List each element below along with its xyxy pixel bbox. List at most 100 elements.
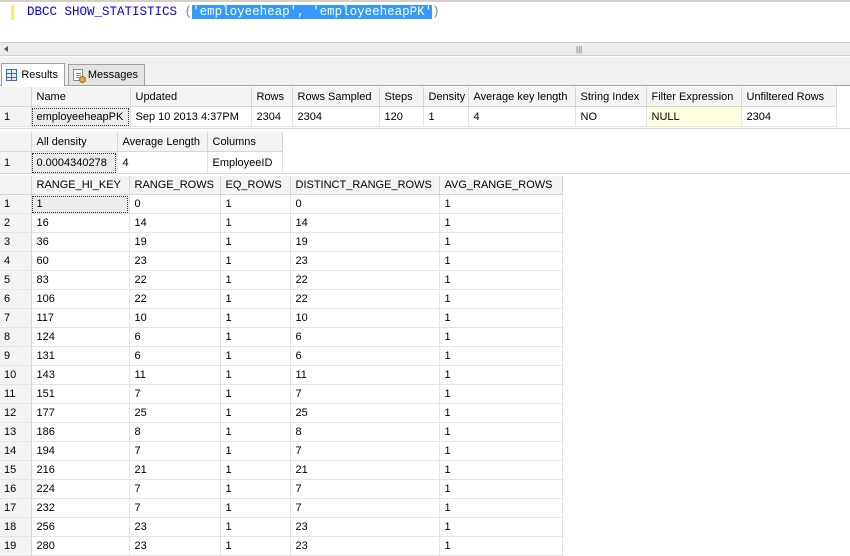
table-cell[interactable]: 1 bbox=[439, 422, 563, 442]
table-cell[interactable]: 224 bbox=[31, 479, 130, 499]
table-cell[interactable]: 2304 bbox=[251, 106, 293, 127]
row-number[interactable]: 8 bbox=[0, 327, 32, 347]
table-cell[interactable]: 1 bbox=[439, 308, 563, 328]
table-cell[interactable]: 7 bbox=[290, 384, 440, 404]
table-cell[interactable]: 1 bbox=[220, 194, 291, 214]
stats-header-grid[interactable]: Name Updated Rows Rows Sampled Steps Den… bbox=[0, 87, 837, 127]
editor-horizontal-scrollbar[interactable]: ||| bbox=[0, 42, 850, 56]
table-cell[interactable]: 1 bbox=[220, 536, 291, 556]
row-number[interactable]: 7 bbox=[0, 308, 32, 328]
tab-messages[interactable]: Messages bbox=[68, 64, 145, 85]
table-cell[interactable]: 1 bbox=[439, 365, 563, 385]
row-number[interactable]: 19 bbox=[0, 536, 32, 556]
table-row[interactable]: 3 36 19 1 19 1 bbox=[0, 232, 563, 252]
table-cell[interactable]: 16 bbox=[31, 213, 130, 233]
table-cell[interactable]: 19 bbox=[290, 232, 440, 252]
tab-results[interactable]: Results bbox=[1, 63, 65, 86]
table-row[interactable]: 8 124 6 1 6 1 bbox=[0, 327, 563, 347]
table-cell[interactable]: 6 bbox=[129, 327, 221, 347]
table-cell[interactable]: 120 bbox=[379, 106, 424, 127]
table-row[interactable]: 17 232 7 1 7 1 bbox=[0, 498, 563, 518]
table-cell[interactable]: 1 bbox=[439, 232, 563, 252]
table-cell[interactable]: 1 bbox=[439, 270, 563, 290]
column-header[interactable]: RANGE_HI_KEY bbox=[31, 176, 130, 195]
table-cell[interactable]: 7 bbox=[290, 479, 440, 499]
density-grid[interactable]: All density Average Length Columns 1 0.0… bbox=[0, 132, 283, 174]
query-argument-selected[interactable]: 'employeeheap', 'employeeheapPK' bbox=[192, 5, 433, 19]
table-cell[interactable]: 21 bbox=[129, 460, 221, 480]
table-cell[interactable]: 1 bbox=[220, 213, 291, 233]
table-cell[interactable]: 1 bbox=[439, 194, 563, 214]
row-number[interactable]: 15 bbox=[0, 460, 32, 480]
table-row[interactable]: 6 106 22 1 22 1 bbox=[0, 289, 563, 309]
table-cell[interactable]: 7 bbox=[129, 498, 221, 518]
table-cell[interactable]: 1 bbox=[439, 251, 563, 271]
table-cell[interactable]: 7 bbox=[129, 479, 221, 499]
table-cell[interactable]: 19 bbox=[129, 232, 221, 252]
table-cell[interactable]: 10 bbox=[290, 308, 440, 328]
table-cell[interactable]: 25 bbox=[129, 403, 221, 423]
table-cell[interactable]: 1 bbox=[439, 403, 563, 423]
table-row[interactable]: 10 143 11 1 11 1 bbox=[0, 365, 563, 385]
row-number[interactable]: 4 bbox=[0, 251, 32, 271]
table-row[interactable]: 19 280 23 1 23 1 bbox=[0, 536, 563, 556]
table-cell[interactable]: 1 bbox=[220, 346, 291, 366]
table-cell[interactable]: 22 bbox=[129, 270, 221, 290]
table-cell[interactable]: 1 bbox=[220, 384, 291, 404]
table-cell[interactable]: 194 bbox=[31, 441, 130, 461]
table-cell[interactable]: 60 bbox=[31, 251, 130, 271]
column-header[interactable]: Steps bbox=[379, 87, 424, 107]
column-header[interactable]: RANGE_ROWS bbox=[129, 176, 221, 195]
table-cell[interactable]: 1 bbox=[439, 460, 563, 480]
table-row[interactable]: 11 151 7 1 7 1 bbox=[0, 384, 563, 404]
column-header[interactable]: Density bbox=[423, 87, 469, 107]
table-cell[interactable]: 4 bbox=[117, 151, 208, 174]
table-cell[interactable]: 8 bbox=[129, 422, 221, 442]
scroll-left-arrow-icon[interactable] bbox=[4, 46, 8, 52]
table-cell[interactable]: 6 bbox=[290, 327, 440, 347]
table-cell[interactable]: 1 bbox=[439, 327, 563, 347]
table-cell[interactable]: 186 bbox=[31, 422, 130, 442]
table-row[interactable]: 1 0.0004340278 4 EmployeeID bbox=[0, 151, 283, 174]
table-row[interactable]: 4 60 23 1 23 1 bbox=[0, 251, 563, 271]
table-cell[interactable]: 106 bbox=[31, 289, 130, 309]
row-number[interactable]: 10 bbox=[0, 365, 32, 385]
row-number[interactable]: 13 bbox=[0, 422, 32, 442]
table-cell[interactable]: 11 bbox=[290, 365, 440, 385]
table-cell[interactable]: 23 bbox=[129, 251, 221, 271]
column-header[interactable]: Average Length bbox=[117, 132, 208, 152]
table-row[interactable]: 110101 bbox=[0, 194, 563, 214]
table-cell[interactable]: 1 bbox=[439, 536, 563, 556]
table-cell[interactable]: 131 bbox=[31, 346, 130, 366]
table-row[interactable]: 16 224 7 1 7 1 bbox=[0, 479, 563, 499]
table-row[interactable]: 9 131 6 1 6 1 bbox=[0, 346, 563, 366]
column-header[interactable]: Columns bbox=[207, 132, 283, 152]
table-cell-null[interactable]: NULL bbox=[646, 106, 742, 127]
table-cell[interactable]: 1 bbox=[423, 106, 469, 127]
table-cell[interactable]: 0 bbox=[290, 194, 440, 214]
table-row[interactable]: 2 16 14 1 14 1 bbox=[0, 213, 563, 233]
column-header[interactable]: AVG_RANGE_ROWS bbox=[439, 176, 563, 195]
row-number[interactable]: 16 bbox=[0, 479, 32, 499]
table-cell[interactable]: 14 bbox=[129, 213, 221, 233]
table-cell[interactable]: 21 bbox=[290, 460, 440, 480]
row-number[interactable]: 12 bbox=[0, 403, 32, 423]
table-cell[interactable]: 1 bbox=[31, 194, 130, 214]
table-row[interactable]: 1 employeeheapPK Sep 10 2013 4:37PM 2304… bbox=[0, 106, 837, 127]
table-cell[interactable]: 83 bbox=[31, 270, 130, 290]
table-cell[interactable]: 6 bbox=[290, 346, 440, 366]
table-cell[interactable]: 1 bbox=[220, 289, 291, 309]
table-cell[interactable]: 4 bbox=[468, 106, 576, 127]
table-cell[interactable]: 1 bbox=[220, 308, 291, 328]
table-cell[interactable]: 1 bbox=[220, 422, 291, 442]
table-cell[interactable]: 7 bbox=[129, 384, 221, 404]
table-cell[interactable]: EmployeeID bbox=[207, 151, 283, 174]
table-cell[interactable]: 22 bbox=[290, 289, 440, 309]
table-cell[interactable]: 7 bbox=[129, 441, 221, 461]
column-header[interactable]: Unfiltered Rows bbox=[741, 87, 837, 107]
table-cell[interactable]: 151 bbox=[31, 384, 130, 404]
table-cell[interactable]: 1 bbox=[220, 251, 291, 271]
table-cell[interactable]: 36 bbox=[31, 232, 130, 252]
column-header[interactable]: Rows Sampled bbox=[292, 87, 380, 107]
table-cell[interactable]: Sep 10 2013 4:37PM bbox=[130, 106, 252, 127]
